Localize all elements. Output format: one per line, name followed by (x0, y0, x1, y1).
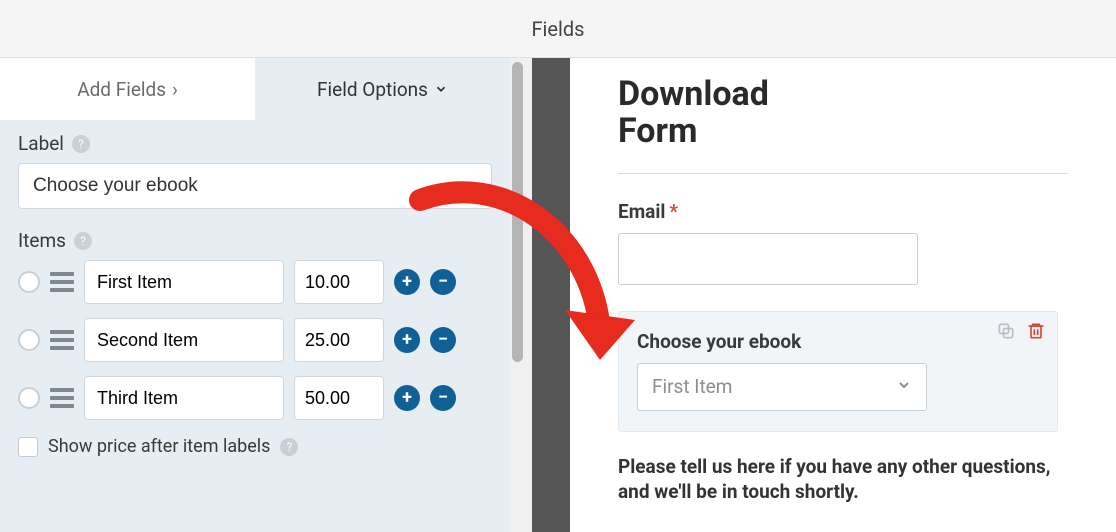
tab-field-options[interactable]: Field Options (255, 58, 510, 120)
duplicate-field-button[interactable] (995, 320, 1017, 342)
default-item-radio[interactable] (18, 387, 40, 409)
chevron-right-icon: › (172, 78, 178, 101)
dropdown-field-select[interactable]: First Item (637, 363, 927, 411)
dropdown-placeholder: First Item (652, 375, 732, 398)
help-icon[interactable]: ? (72, 135, 90, 153)
chevron-down-icon (434, 78, 448, 101)
tab-add-fields-label: Add Fields (77, 78, 166, 101)
drag-handle-icon[interactable] (50, 330, 74, 350)
item-name-input[interactable] (84, 318, 284, 362)
item-price-input[interactable] (294, 318, 384, 362)
scrollbar-thumb[interactable] (512, 62, 523, 362)
page-header: Fields (0, 0, 1116, 58)
add-item-button[interactable]: + (394, 385, 420, 411)
remove-item-button[interactable]: − (430, 385, 456, 411)
drag-handle-icon[interactable] (50, 388, 74, 408)
form-title: Download Form (618, 76, 838, 151)
item-name-input[interactable] (84, 376, 284, 420)
chevron-down-icon (896, 375, 912, 398)
help-icon[interactable]: ? (74, 232, 92, 250)
drag-handle-icon[interactable] (50, 272, 74, 292)
add-item-button[interactable]: + (394, 327, 420, 353)
remove-item-button[interactable]: − (430, 327, 456, 353)
item-row: + − (18, 260, 492, 304)
item-name-input[interactable] (84, 260, 284, 304)
required-asterisk-icon: * (669, 200, 678, 223)
help-icon[interactable]: ? (280, 438, 298, 456)
tab-field-options-label: Field Options (317, 78, 428, 101)
remove-item-button[interactable]: − (430, 269, 456, 295)
email-label: Email (618, 200, 665, 223)
email-input[interactable] (618, 233, 918, 285)
dropdown-field-label: Choose your ebook (637, 330, 801, 353)
label-heading: Label (18, 132, 64, 155)
form-divider (618, 173, 1068, 174)
delete-field-button[interactable] (1025, 320, 1047, 342)
label-input[interactable] (18, 163, 492, 209)
item-price-input[interactable] (294, 376, 384, 420)
panel-tabs: Add Fields › Field Options (0, 58, 510, 120)
default-item-radio[interactable] (18, 271, 40, 293)
page-title: Fields (532, 17, 585, 41)
show-price-checkbox[interactable] (18, 437, 38, 457)
item-row: + − (18, 376, 492, 420)
panel-divider (510, 58, 570, 532)
tab-add-fields[interactable]: Add Fields › (0, 58, 255, 120)
field-settings-panel: Add Fields › Field Options Label ? Items… (0, 58, 510, 532)
form-helper-text: Please tell us here if you have any othe… (618, 454, 1058, 505)
show-price-label: Show price after item labels (48, 436, 270, 457)
preview-backdrop (532, 58, 570, 532)
add-item-button[interactable]: + (394, 269, 420, 295)
default-item-radio[interactable] (18, 329, 40, 351)
items-heading: Items (18, 229, 66, 252)
item-row: + − (18, 318, 492, 362)
email-field-wrapper: Email * (618, 200, 1068, 285)
item-price-input[interactable] (294, 260, 384, 304)
form-preview-panel: Download Form Email * (570, 58, 1116, 532)
selected-field-container[interactable]: Choose your ebook First Item (618, 311, 1058, 432)
